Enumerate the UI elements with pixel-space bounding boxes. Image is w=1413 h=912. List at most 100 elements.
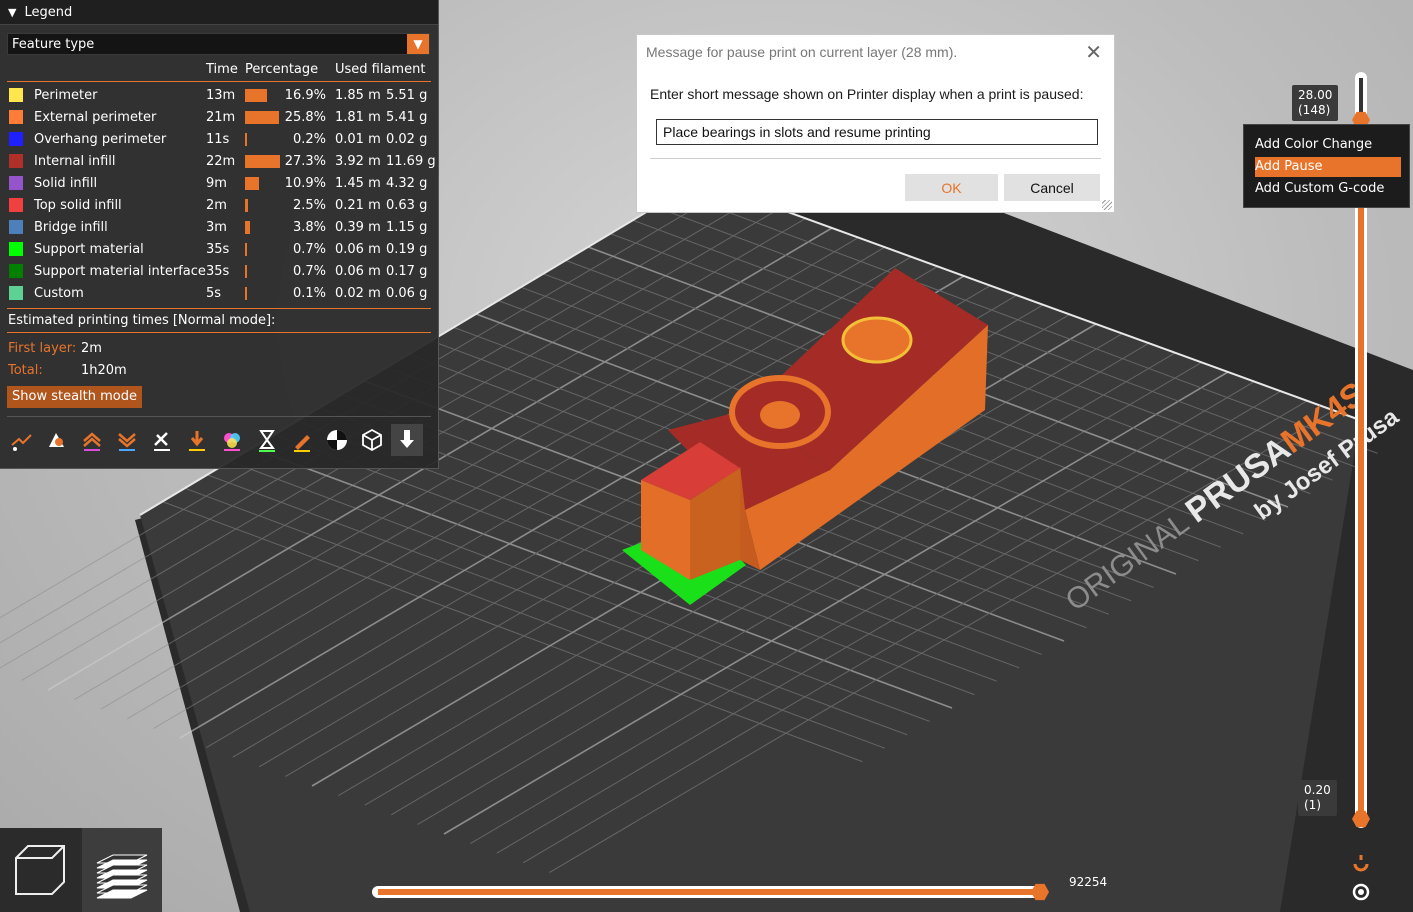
cog-edit-icon[interactable] [1350, 852, 1372, 876]
color-changes-icon-glyph [224, 433, 240, 451]
feature-time: 9m [206, 176, 227, 191]
feature-length: 1.45 m [335, 176, 381, 191]
seams-icon[interactable] [146, 424, 178, 456]
dialog-prompt: Enter short message shown on Printer dis… [650, 86, 1084, 102]
feature-percentage: 3.8% [292, 220, 326, 235]
legend-separator [7, 332, 431, 333]
center-of-gravity-icon[interactable] [321, 424, 353, 456]
feature-percentage: 0.7% [292, 242, 326, 257]
feature-weight: 4.32 g [386, 176, 428, 191]
feature-time: 22m [206, 154, 236, 169]
feature-row[interactable]: Overhang perimeter 11s 0.2% 0.01 m 0.02 g [0, 129, 438, 151]
col-header-used-filament: Used filament [335, 62, 426, 77]
pause-prints-icon-glyph [259, 430, 275, 452]
feature-weight: 0.06 g [386, 286, 428, 301]
travel-icon[interactable] [6, 424, 38, 456]
feature-row[interactable]: Custom 5s 0.1% 0.02 m 0.06 g [0, 283, 438, 305]
total-value: 1h20m [81, 363, 127, 378]
wipe-icon-glyph [49, 433, 64, 447]
shells-icon-glyph [362, 428, 382, 452]
dialog-title: Message for pause print on current layer… [646, 44, 958, 60]
feature-percentage: 27.3% [284, 154, 326, 169]
percentage-bar [245, 221, 250, 234]
menu-item-add-custom-gcode[interactable]: Add Custom G-code [1255, 179, 1401, 199]
wipe-icon[interactable] [41, 424, 73, 456]
layer-top-label: 28.00 (148) [1292, 85, 1339, 121]
legend-header[interactable]: ▼ Legend [0, 0, 438, 25]
menu-item-add-pause[interactable]: Add Pause [1255, 157, 1401, 177]
percentage-bar [245, 155, 280, 168]
first-layer-value: 2m [81, 341, 102, 356]
feature-percentage: 0.2% [292, 132, 326, 147]
feature-name: Internal infill [34, 154, 116, 169]
feature-weight: 0.63 g [386, 198, 428, 213]
pause-message-dialog: Message for pause print on current layer… [636, 34, 1115, 213]
feature-length: 0.39 m [335, 220, 381, 235]
layers-icon [96, 854, 148, 899]
col-header-time: Time [206, 62, 238, 77]
view-type-combo[interactable]: Feature type ▼ [7, 33, 430, 55]
dialog-divider [650, 158, 1101, 159]
travel-icon-glyph [11, 434, 32, 451]
ok-button[interactable]: OK [905, 174, 998, 201]
feature-name: Support material [34, 242, 144, 257]
color-changes-icon[interactable] [216, 424, 248, 456]
pause-message-input[interactable] [656, 119, 1098, 145]
layer-slider-range[interactable] [1358, 118, 1364, 818]
center-of-gravity-icon-glyph [327, 430, 347, 450]
percentage-bar [245, 177, 259, 190]
move-slider-value: 92254 [1062, 872, 1115, 892]
feature-color-swatch [9, 110, 23, 124]
feature-weight: 0.17 g [386, 264, 428, 279]
feature-length: 1.81 m [335, 110, 381, 125]
feature-percentage: 10.9% [284, 176, 326, 191]
estimated-times-label: Estimated printing times [Normal mode]: [8, 313, 276, 328]
feature-row[interactable]: Bridge infill 3m 3.8% 0.39 m 1.15 g [0, 217, 438, 239]
feature-weight: 11.69 g [386, 154, 436, 169]
feature-length: 0.02 m [335, 286, 381, 301]
tool-marker-icon-glyph [400, 430, 414, 448]
feature-color-swatch [9, 88, 23, 102]
feature-row[interactable]: External perimeter 21m 25.8% 1.81 m 5.41 g [0, 107, 438, 129]
feature-row[interactable]: Internal infill 22m 27.3% 3.92 m 11.69 g [0, 151, 438, 173]
feature-row[interactable]: Solid infill 9m 10.9% 1.45 m 4.32 g [0, 173, 438, 195]
custom-gcode-icon-glyph [294, 435, 310, 452]
feature-weight: 1.15 g [386, 220, 428, 235]
deretractions-icon[interactable] [111, 424, 143, 456]
custom-gcode-icon[interactable] [286, 424, 318, 456]
preview-button[interactable] [82, 828, 162, 912]
tool-marker-icon[interactable] [391, 424, 423, 456]
move-slider-range[interactable] [378, 889, 1038, 895]
feature-percentage: 0.1% [292, 286, 326, 301]
layer-bottom-height: 0.20 [1304, 783, 1331, 797]
feature-row[interactable]: Support material interface 35s 0.7% 0.06 m 0… [0, 261, 438, 283]
feature-row[interactable]: Top solid infill 2m 2.5% 0.21 m 0.63 g [0, 195, 438, 217]
show-stealth-mode-button[interactable]: Show stealth mode [7, 386, 142, 408]
feature-time: 35s [206, 264, 230, 279]
feature-time: 2m [206, 198, 227, 213]
feature-row[interactable]: Perimeter 13m 16.9% 1.85 m 5.51 g [0, 85, 438, 107]
collapse-triangle-icon[interactable]: ▼ [8, 6, 16, 19]
3d-view-button[interactable] [0, 828, 80, 912]
resize-grip-icon[interactable] [1102, 200, 1112, 210]
feature-name: Support material interface [34, 264, 206, 279]
percentage-bar [245, 89, 267, 102]
menu-item-add-color-change[interactable]: Add Color Change [1255, 135, 1401, 155]
cancel-button[interactable]: Cancel [1004, 174, 1100, 201]
feature-weight: 5.51 g [386, 88, 428, 103]
feature-row[interactable]: Support material 35s 0.7% 0.06 m 0.19 g [0, 239, 438, 261]
feature-name: Perimeter [34, 88, 98, 103]
tool-changes-icon[interactable] [181, 424, 213, 456]
close-icon[interactable]: ✕ [1085, 40, 1102, 65]
feature-color-swatch [9, 242, 23, 256]
feature-color-swatch [9, 286, 23, 300]
retractions-icon[interactable] [76, 424, 108, 456]
feature-weight: 0.02 g [386, 132, 428, 147]
shells-icon[interactable] [356, 424, 388, 456]
feature-percentage: 25.8% [284, 110, 326, 125]
settings-gear-icon[interactable] [1350, 881, 1372, 903]
pause-prints-icon[interactable] [251, 424, 283, 456]
feature-percentage: 2.5% [292, 198, 326, 213]
feature-length: 1.85 m [335, 88, 381, 103]
dropdown-arrow-icon[interactable]: ▼ [407, 34, 429, 54]
